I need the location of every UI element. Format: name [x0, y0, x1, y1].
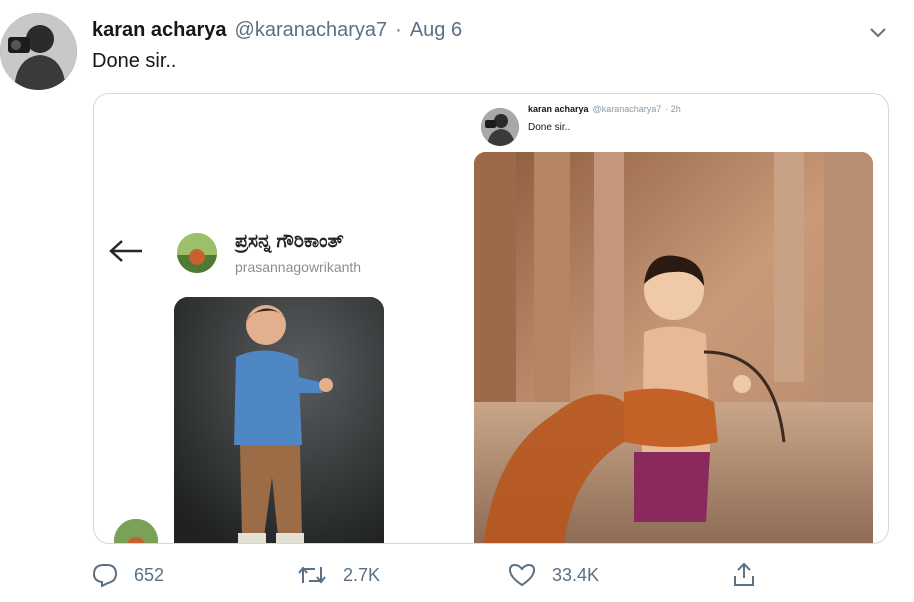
like-icon — [508, 563, 536, 587]
quoted-author-name: karan acharya — [528, 104, 589, 114]
author-name[interactable]: karan acharya — [92, 19, 227, 42]
reply-icon — [92, 563, 118, 587]
share-icon — [732, 562, 756, 588]
like-count: 33.4K — [552, 564, 600, 585]
profile-handle: prasannagowrikanth — [235, 259, 362, 275]
retweet-button[interactable]: 2.7K — [297, 560, 380, 590]
tweet-media[interactable]: ಪ್ರಸನ್ನ ಗೌರಿಕಾಂತ್ prasannagowrikanth kar… — [93, 93, 889, 544]
profile-avatar-image — [177, 233, 217, 273]
back-arrow-icon — [108, 239, 144, 263]
retweet-count: 2.7K — [343, 564, 381, 585]
quoted-tweet-time: · 2h — [665, 104, 681, 114]
quoted-author-avatar — [481, 108, 519, 146]
author-handle[interactable]: @karanacharya7 — [235, 19, 388, 42]
retweet-icon — [297, 563, 327, 587]
profile-avatar-small — [114, 519, 158, 543]
tweet-text: Done sir.. — [92, 50, 177, 72]
reply-button[interactable]: 652 — [92, 560, 164, 590]
child-photo-right — [474, 152, 873, 543]
share-button[interactable] — [732, 560, 756, 590]
child-photo-left — [174, 297, 384, 543]
quoted-tweet-text: Done sir.. — [528, 122, 571, 133]
chevron-down-icon[interactable] — [866, 20, 890, 44]
quoted-tweet-header: karan acharya @karanacharya7 · 2h — [528, 104, 681, 114]
reply-count: 652 — [134, 564, 165, 585]
tweet-actions: 652 2.7K 33.4K — [92, 560, 772, 590]
tweet-date[interactable]: Aug 6 — [410, 19, 462, 42]
quoted-author-handle: @karanacharya7 — [592, 104, 662, 114]
author-avatar[interactable] — [0, 13, 77, 90]
profile-name: ಪ್ರಸನ್ನ ಗೌರಿಕಾಂತ್ — [235, 231, 344, 252]
tweet-header: karan acharya @karanacharya7 · Aug 6 — [92, 17, 462, 43]
like-button[interactable]: 33.4K — [508, 560, 599, 590]
tweet: karan acharya @karanacharya7 · Aug 6 Don… — [0, 0, 914, 602]
separator-dot: · — [395, 18, 402, 41]
